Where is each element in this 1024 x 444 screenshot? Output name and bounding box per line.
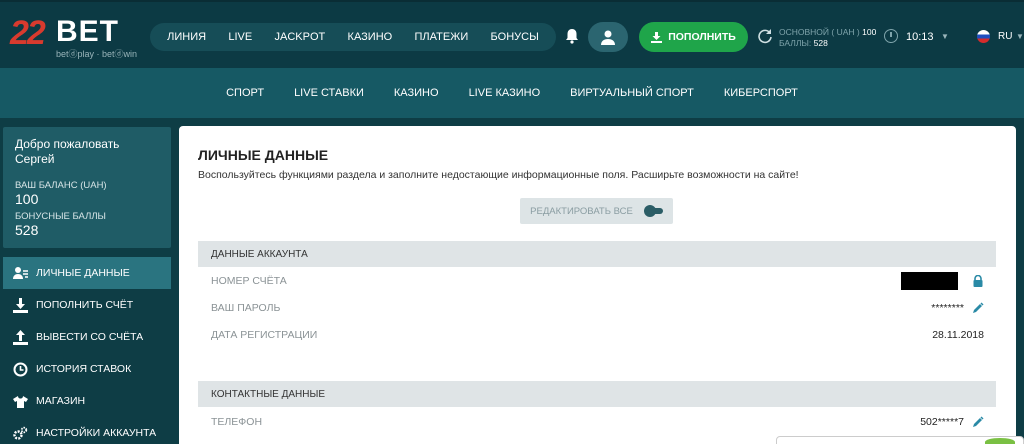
balance-bonus-label: БАЛЛЫ:	[779, 38, 812, 48]
download-icon	[651, 31, 663, 43]
account-section-header: ДАННЫЕ АККАУНТА	[198, 241, 996, 267]
nav-item-jackpot[interactable]: JACKPOT	[275, 31, 326, 43]
user-icon	[601, 30, 615, 45]
chevron-down-icon[interactable]: ▼	[1016, 32, 1024, 41]
pencil-icon[interactable]	[972, 416, 984, 428]
balance-value: 100	[15, 191, 39, 207]
contact-section-header: КОНТАКТНЫЕ ДАННЫЕ	[198, 381, 996, 407]
chat-widget-edge[interactable]	[985, 438, 1015, 444]
edit-all-label: РЕДАКТИРОВАТЬ ВСЕ	[530, 205, 633, 217]
password-row: ВАШ ПАРОЛЬ ********	[198, 296, 996, 320]
balance-bonus-value: 528	[813, 38, 828, 48]
deposit-button[interactable]: ПОПОЛНИТЬ	[639, 22, 748, 52]
sidebar-item-deposit[interactable]: ПОПОЛНИТЬ СЧЁТ	[3, 289, 171, 321]
user-menu-button[interactable]	[588, 22, 628, 52]
sidebar-item-label: ПОПОЛНИТЬ СЧЁТ	[36, 299, 134, 311]
bonus-value: 528	[15, 222, 39, 238]
language-selector[interactable]: RU	[998, 31, 1012, 42]
gears-icon	[13, 426, 28, 440]
edit-all-toggle[interactable]	[643, 205, 663, 217]
refresh-icon[interactable]	[757, 28, 773, 44]
registration-date-label: ДАТА РЕГИСТРАЦИИ	[211, 329, 318, 341]
clock-icon	[884, 29, 898, 43]
nav-item-line[interactable]: ЛИНИЯ	[167, 31, 206, 43]
time-display[interactable]: 10:13	[906, 31, 934, 43]
balance-label: ВАШ БАЛАНС (UAH)	[15, 180, 107, 191]
user-card-icon	[13, 266, 28, 279]
sidebar-item-label: ИСТОРИЯ СТАВОК	[36, 363, 132, 375]
sidebar-item-withdraw[interactable]: ВЫВЕСТИ СО СЧЁТА	[3, 321, 171, 353]
sidebar-menu: ЛИЧНЫЕ ДАННЫЕ ПОПОЛНИТЬ СЧЁТ ВЫВЕСТИ СО …	[3, 257, 171, 444]
chevron-down-icon[interactable]: ▼	[941, 32, 949, 41]
personal-data-panel: ЛИЧНЫЕ ДАННЫЕ Воспользуйтесь функциями р…	[179, 126, 1016, 444]
download-icon	[13, 297, 28, 313]
phone-row: ТЕЛЕФОН 502*****7	[198, 410, 996, 434]
shirt-icon	[13, 395, 28, 408]
nav-item-bonuses[interactable]: БОНУСЫ	[491, 31, 539, 43]
page-title: ЛИЧНЫЕ ДАННЫЕ	[198, 147, 329, 163]
nav-item-casino[interactable]: КАЗИНО	[348, 31, 393, 43]
sidebar-item-label: ЛИЧНЫЕ ДАННЫЕ	[36, 267, 130, 279]
clock-icon	[13, 362, 28, 376]
top-bar: 22 BET betⓓplay · betⓓwin ЛИНИЯ LIVE JAC…	[0, 0, 1024, 68]
sidebar-item-shop[interactable]: МАГАЗИН	[3, 385, 171, 417]
upload-icon	[13, 329, 28, 345]
nav-item-live[interactable]: LIVE	[228, 31, 252, 43]
balance-main-value: 100	[862, 27, 877, 37]
sidebar: Добро пожаловать Сергей ВАШ БАЛАНС (UAH)…	[3, 127, 171, 444]
subnav-esports[interactable]: КИБЕРСПОРТ	[724, 87, 798, 99]
balance-main-label: ОСНОВНОЙ ( UAH )	[779, 27, 860, 37]
phone-value: 502*****7	[920, 416, 964, 428]
sidebar-item-label: МАГАЗИН	[36, 395, 86, 407]
sidebar-item-personal-data[interactable]: ЛИЧНЫЕ ДАННЫЕ	[3, 257, 171, 289]
logo-number: 22	[10, 14, 46, 52]
pencil-icon[interactable]	[972, 302, 984, 314]
logo-brand: BET	[56, 15, 119, 48]
main-nav: ЛИНИЯ LIVE JACKPOT КАЗИНО ПЛАТЕЖИ БОНУСЫ	[150, 23, 556, 51]
sidebar-item-label: ВЫВЕСТИ СО СЧЁТА	[36, 331, 144, 343]
username: Сергей	[15, 152, 55, 166]
subnav-sport[interactable]: СПОРТ	[226, 87, 264, 99]
nav-item-payments[interactable]: ПЛАТЕЖИ	[415, 31, 469, 43]
subnav-virtual-sport[interactable]: ВИРТУАЛЬНЫЙ СПОРТ	[570, 87, 694, 99]
bell-icon[interactable]	[565, 28, 579, 44]
subnav-live-bets[interactable]: LIVE СТАВКИ	[294, 87, 364, 99]
password-label: ВАШ ПАРОЛЬ	[211, 302, 281, 314]
deposit-label: ПОПОЛНИТЬ	[668, 31, 736, 43]
account-number-row: НОМЕР СЧЁТА	[198, 269, 996, 293]
logo-tagline: betⓓplay · betⓓwin	[56, 49, 138, 59]
lock-icon	[973, 275, 983, 287]
edit-all-button[interactable]: РЕДАКТИРОВАТЬ ВСЕ	[520, 198, 673, 224]
registration-date-row: ДАТА РЕГИСТРАЦИИ 28.11.2018	[198, 323, 996, 347]
sub-nav: СПОРТ LIVE СТАВКИ КАЗИНО LIVE КАЗИНО ВИР…	[0, 68, 1024, 118]
account-number-label: НОМЕР СЧЁТА	[211, 275, 287, 287]
page-description: Воспользуйтесь функциями раздела и запол…	[198, 169, 799, 181]
bonus-label: БОНУСНЫЕ БАЛЛЫ	[15, 211, 106, 222]
phone-label: ТЕЛЕФОН	[211, 416, 263, 428]
sidebar-item-label: НАСТРОЙКИ АККАУНТА	[36, 427, 157, 439]
welcome-text: Добро пожаловать	[15, 137, 120, 151]
password-value: ********	[931, 302, 964, 314]
sidebar-item-account-settings[interactable]: НАСТРОЙКИ АККАУНТА	[3, 417, 171, 444]
account-number-redacted	[901, 272, 958, 290]
subnav-live-casino[interactable]: LIVE КАЗИНО	[469, 87, 541, 99]
subnav-casino[interactable]: КАЗИНО	[394, 87, 439, 99]
sidebar-item-bet-history[interactable]: ИСТОРИЯ СТАВОК	[3, 353, 171, 385]
user-summary: Добро пожаловать Сергей ВАШ БАЛАНС (UAH)…	[3, 127, 171, 248]
balance-display: ОСНОВНОЙ ( UAH ) 100 БАЛЛЫ: 528	[779, 27, 876, 49]
russia-flag-icon[interactable]	[977, 30, 990, 43]
registration-date-value: 28.11.2018	[932, 329, 984, 341]
logo[interactable]: 22 BET betⓓplay · betⓓwin	[8, 14, 143, 59]
